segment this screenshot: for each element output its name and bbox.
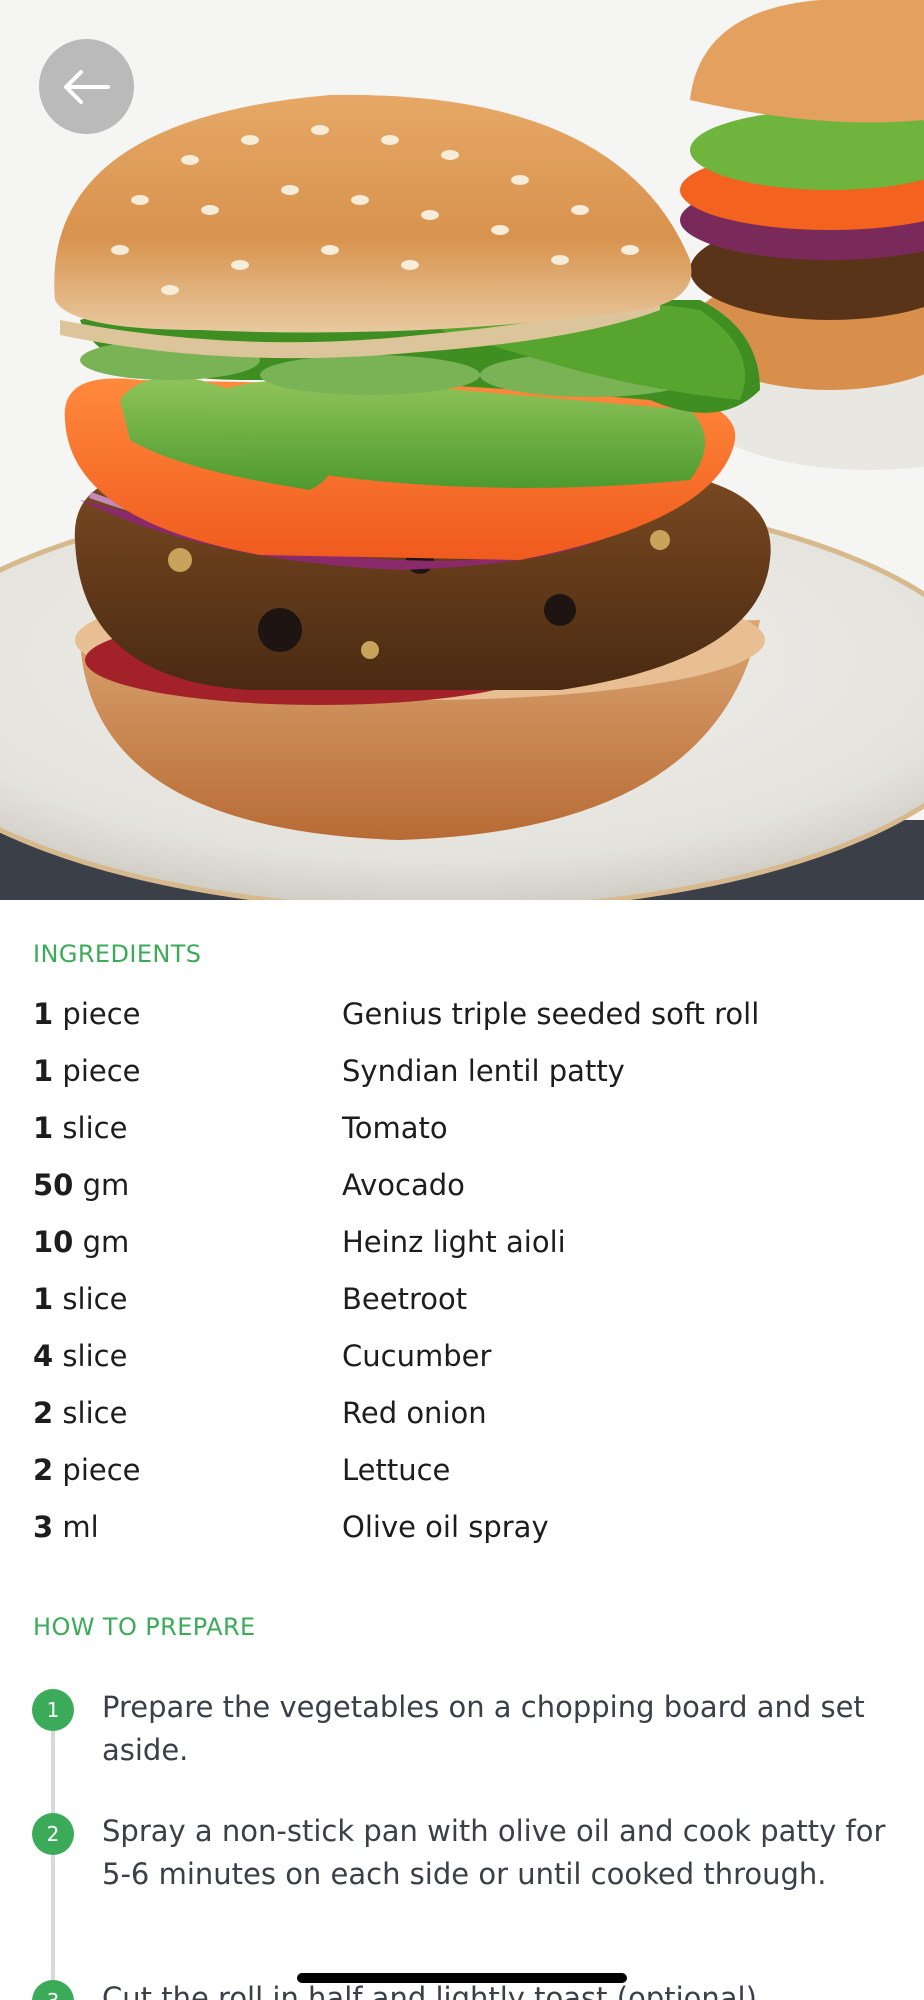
preparation-title: HOW TO PREPARE (33, 1613, 256, 1641)
step-text: Prepare the vegetables on a chopping boa… (102, 1690, 865, 1767)
ingredient-name: Avocado (342, 1168, 465, 1202)
step-number-badge: 2 (32, 1813, 74, 1855)
ingredient-quantity: 4 slice (33, 1339, 128, 1373)
ingredient-quantity: 3 ml (33, 1510, 99, 1544)
ingredient-quantity: 2 piece (33, 1453, 141, 1487)
ingredient-row: 2 slice Red onion (33, 1385, 893, 1442)
ingredient-name: Cucumber (342, 1339, 492, 1373)
step-number-badge: 1 (32, 1689, 74, 1731)
ingredient-quantity: 2 slice (33, 1396, 128, 1430)
ingredient-name: Red onion (342, 1396, 487, 1430)
step-number-badge: 3 (32, 1980, 74, 2000)
ingredient-row: 1 piece Syndian lentil patty (33, 1043, 893, 1100)
ingredient-row: 1 slice Tomato (33, 1100, 893, 1157)
ingredient-name: Lettuce (342, 1453, 451, 1487)
ingredient-name: Tomato (342, 1111, 448, 1145)
home-indicator[interactable] (297, 1973, 627, 1983)
ingredient-name: Genius triple seeded soft roll (342, 997, 760, 1031)
ingredient-quantity: 1 slice (33, 1282, 128, 1316)
arrow-left-icon (63, 69, 110, 104)
burger-illustration (0, 0, 924, 900)
ingredient-quantity: 50 gm (33, 1168, 130, 1202)
ingredient-name: Olive oil spray (342, 1510, 549, 1544)
ingredient-row: 1 slice Beetroot (33, 1271, 893, 1328)
ingredient-quantity: 1 piece (33, 997, 141, 1031)
ingredient-row: 1 piece Genius triple seeded soft roll (33, 986, 893, 1043)
ingredient-row: 10 gm Heinz light aioli (33, 1214, 893, 1271)
ingredients-list: 1 piece Genius triple seeded soft roll 1… (33, 986, 893, 1556)
ingredient-quantity: 10 gm (33, 1225, 130, 1259)
recipe-hero-image (0, 0, 924, 900)
ingredient-row: 4 slice Cucumber (33, 1328, 893, 1385)
ingredient-name: Syndian lentil patty (342, 1054, 625, 1088)
ingredients-title: INGREDIENTS (33, 940, 202, 968)
ingredient-row: 2 piece Lettuce (33, 1442, 893, 1499)
recipe-page: INGREDIENTS 1 piece Genius triple seeded… (0, 0, 924, 2000)
ingredient-name: Heinz light aioli (342, 1225, 566, 1259)
ingredient-row: 3 ml Olive oil spray (33, 1499, 893, 1556)
back-button[interactable] (39, 39, 134, 134)
ingredient-quantity: 1 slice (33, 1111, 128, 1145)
ingredient-name: Beetroot (342, 1282, 468, 1316)
ingredient-quantity: 1 piece (33, 1054, 141, 1088)
ingredient-row: 50 gm Avocado (33, 1157, 893, 1214)
step-text: Spray a non-stick pan with olive oil and… (102, 1814, 886, 1891)
